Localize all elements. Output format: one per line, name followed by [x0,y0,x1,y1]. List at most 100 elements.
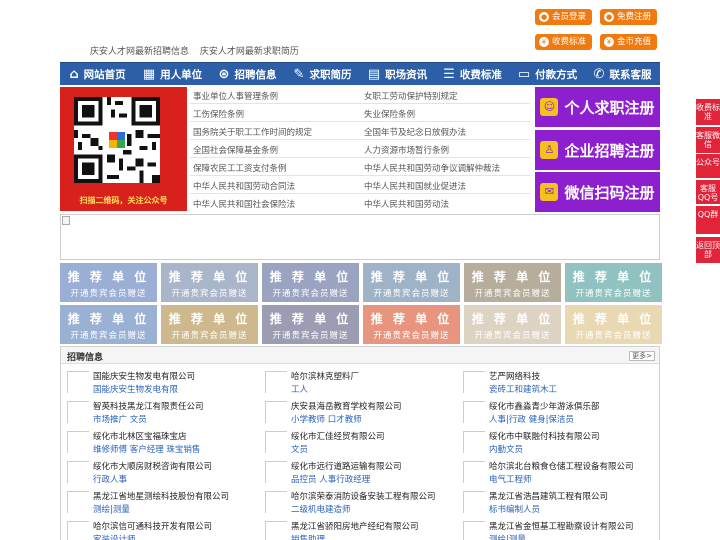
wechat-register-button[interactable]: ✉ 微信扫码注册 [535,172,660,212]
job-item[interactable]: 黑龙江省骄阳房地产经纪有限公司 销售助理 [259,520,449,540]
recommend-tile[interactable]: 推 荐 单 位开通贵宾会员赠送 [565,305,662,344]
latest-resumes-link[interactable]: 庆安人才网最新求职简历 [200,47,299,57]
law-link[interactable]: 保障农民工工资支付条例 [193,162,287,174]
nav-payment[interactable]: ▭ 付款方式 [510,63,585,85]
login-button[interactable]: ● 会员登录 [535,9,593,25]
side-official-account-button[interactable]: 公众号 [696,154,720,178]
company-name[interactable]: 绥化市汇佳经贸有限公司 [291,430,385,442]
recommend-tile[interactable]: 推 荐 单 位开通贵宾会员赠送 [262,263,359,302]
job-positions[interactable]: 家装设计师 [93,533,136,540]
side-price-button[interactable]: 收费标准 [696,99,720,125]
company-name[interactable]: 黑龙江省骄阳房地产经纪有限公司 [291,520,419,532]
job-positions[interactable]: 品控员 人事行政经理 [291,473,370,485]
side-wechat-button[interactable]: 客服微信 [696,127,720,153]
personal-register-button[interactable]: ☺ 个人求职注册 [535,87,660,127]
side-qq-button[interactable]: 客服QQ号 [696,180,720,204]
job-item[interactable]: 绥化市北林区宝福珠宝店 维修师傅 客户经理 珠宝销售 [61,430,251,458]
company-name[interactable]: 国能庆安生物发电有限公司 [93,370,195,382]
company-name[interactable]: 绥化市北林区宝福珠宝店 [93,430,187,442]
law-link[interactable]: 中华人民共和国社会保险法 [193,198,295,210]
company-name[interactable]: 黑龙江省地星测绘科技股份有限公司 [93,490,229,502]
job-positions[interactable]: 测绘|测量 [489,533,526,540]
job-item[interactable]: 绥化市汇佳经贸有限公司 文员 [259,430,449,458]
job-positions[interactable]: 销售助理 [291,533,325,540]
law-link[interactable]: 女职工劳动保护特别规定 [364,90,458,102]
law-link[interactable]: 中华人民共和国劳动争议调解仲裁法 [364,162,500,174]
more-link[interactable]: 更多> [629,351,655,361]
nav-resumes[interactable]: ✎ 求职简历 [285,63,360,85]
job-item[interactable]: 哈尔滨信可通科技开发有限公司 家装设计师 [61,520,251,540]
company-name[interactable]: 绥化市远行道路运输有限公司 [291,460,402,472]
job-item[interactable]: 绥化市大顺房财税咨询有限公司 行政人事 [61,460,251,488]
recommend-tile[interactable]: 推 荐 单 位开通贵宾会员赠送 [60,305,157,344]
job-positions[interactable]: 行政人事 [93,473,127,485]
nav-employers[interactable]: ▦ 用人单位 [135,63,210,85]
law-link[interactable]: 全国年节及纪念日放假办法 [364,126,466,138]
company-name[interactable]: 哈尔滨荣泰消防设备安装工程有限公司 [291,490,436,502]
job-item[interactable]: 智英科技黑龙江有限责任公司 市场推广 文员 [61,400,251,428]
job-item[interactable]: 哈尔滨荣泰消防设备安装工程有限公司 二级机电建造师 [259,490,449,518]
company-name[interactable]: 庆安县海岳教育学校有限公司 [291,400,402,412]
job-positions[interactable]: 维修师傅 客户经理 珠宝销售 [93,443,200,455]
company-name[interactable]: 绥化市中联融付科技有限公司 [489,430,600,442]
company-name[interactable]: 绥化市大顺房财税咨询有限公司 [93,460,212,472]
law-link[interactable]: 中华人民共和国劳动法 [364,198,449,210]
law-link[interactable]: 中华人民共和国就业促进法 [364,180,466,192]
job-item[interactable]: 绥化市中联融付科技有限公司 内勤文员 [457,430,647,458]
law-link[interactable]: 国务院关于职工工作时间的规定 [193,126,312,138]
coin-recharge-button[interactable]: ¥ 金币充值 [600,34,658,50]
law-link[interactable]: 事业单位人事管理条例 [193,90,278,102]
law-link[interactable]: 全国社会保障基金条例 [193,144,278,156]
job-item[interactable]: 绥化市远行道路运输有限公司 品控员 人事行政经理 [259,460,449,488]
job-positions[interactable]: 瓷砖工和建筑木工 [489,383,557,395]
nav-jobs[interactable]: ⊛ 招聘信息 [210,63,285,85]
company-name[interactable]: 哈尔滨北台粮食仓储工程设备有限公司 [489,460,634,472]
recommend-tile[interactable]: 推 荐 单 位开通贵宾会员赠送 [363,263,460,302]
recommend-tile[interactable]: 推 荐 单 位开通贵宾会员赠送 [262,305,359,344]
recommend-tile[interactable]: 推 荐 单 位开通贵宾会员赠送 [60,263,157,302]
nav-home[interactable]: ⌂ 网站首页 [60,63,135,85]
recommend-tile[interactable]: 推 荐 单 位开通贵宾会员赠送 [464,263,561,302]
company-name[interactable]: 绥化市鑫淼青少年游泳俱乐部 [489,400,600,412]
nav-news[interactable]: ▤ 职场资讯 [360,63,435,85]
side-qq-group-button[interactable]: QQ群 [696,206,720,234]
banner-ad[interactable] [60,214,660,260]
job-positions[interactable]: 国能庆安生物发电有限 [93,383,178,395]
nav-service[interactable]: ✆ 联系客服 [585,63,660,85]
job-positions[interactable]: 工人 [291,383,308,395]
company-name[interactable]: 黑龙江省浩昌建筑工程有限公司 [489,490,608,502]
job-item[interactable]: 艺严网络科技 瓷砖工和建筑木工 [457,370,647,398]
job-positions[interactable]: 市场推广 文员 [93,413,147,425]
back-to-top-button[interactable]: 返回顶部 [696,237,720,263]
nav-fees[interactable]: ☰ 收费标准 [435,63,510,85]
job-item[interactable]: 国能庆安生物发电有限公司 国能庆安生物发电有限 [61,370,251,398]
company-name[interactable]: 智英科技黑龙江有限责任公司 [93,400,204,412]
job-item[interactable]: 黑龙江省金恒基工程勘察设计有限公司 测绘|测量 [457,520,647,540]
job-positions[interactable]: 二级机电建造师 [291,503,351,515]
recommend-tile[interactable]: 推 荐 单 位开通贵宾会员赠送 [464,305,561,344]
latest-jobs-link[interactable]: 庆安人才网最新招聘信息 [90,47,189,57]
job-item[interactable]: 哈尔滨林克塑料厂 工人 [259,370,449,398]
recommend-tile[interactable]: 推 荐 单 位开通贵宾会员赠送 [565,263,662,302]
job-item[interactable]: 黑龙江省浩昌建筑工程有限公司 标书编制人员 [457,490,647,518]
law-link[interactable]: 失业保险条例 [364,108,415,120]
job-positions[interactable]: 人事|行政 健身|保洁员 [489,413,574,425]
job-item[interactable]: 黑龙江省地星测绘科技股份有限公司 测绘|测量 [61,490,251,518]
job-item[interactable]: 绥化市鑫淼青少年游泳俱乐部 人事|行政 健身|保洁员 [457,400,647,428]
recommend-tile[interactable]: 推 荐 单 位开通贵宾会员赠送 [363,305,460,344]
recommend-tile[interactable]: 推 荐 单 位开通贵宾会员赠送 [161,305,258,344]
job-positions[interactable]: 电气工程师 [489,473,532,485]
company-register-button[interactable]: ♙ 企业招聘注册 [535,130,660,170]
job-positions[interactable]: 标书编制人员 [489,503,540,515]
price-button[interactable]: ¥ 收费标准 [535,34,593,50]
law-link[interactable]: 人力资源市场暂行条例 [364,144,449,156]
law-link[interactable]: 工伤保险条例 [193,108,244,120]
job-positions[interactable]: 文员 [291,443,308,455]
law-link[interactable]: 中华人民共和国劳动合同法 [193,180,295,192]
recommend-tile[interactable]: 推 荐 单 位开通贵宾会员赠送 [161,263,258,302]
company-name[interactable]: 艺严网络科技 [489,370,540,382]
job-positions[interactable]: 测绘|测量 [93,503,130,515]
company-name[interactable]: 哈尔滨林克塑料厂 [291,370,359,382]
job-item[interactable]: 哈尔滨北台粮食仓储工程设备有限公司 电气工程师 [457,460,647,488]
register-button[interactable]: ● 免费注册 [600,9,658,25]
